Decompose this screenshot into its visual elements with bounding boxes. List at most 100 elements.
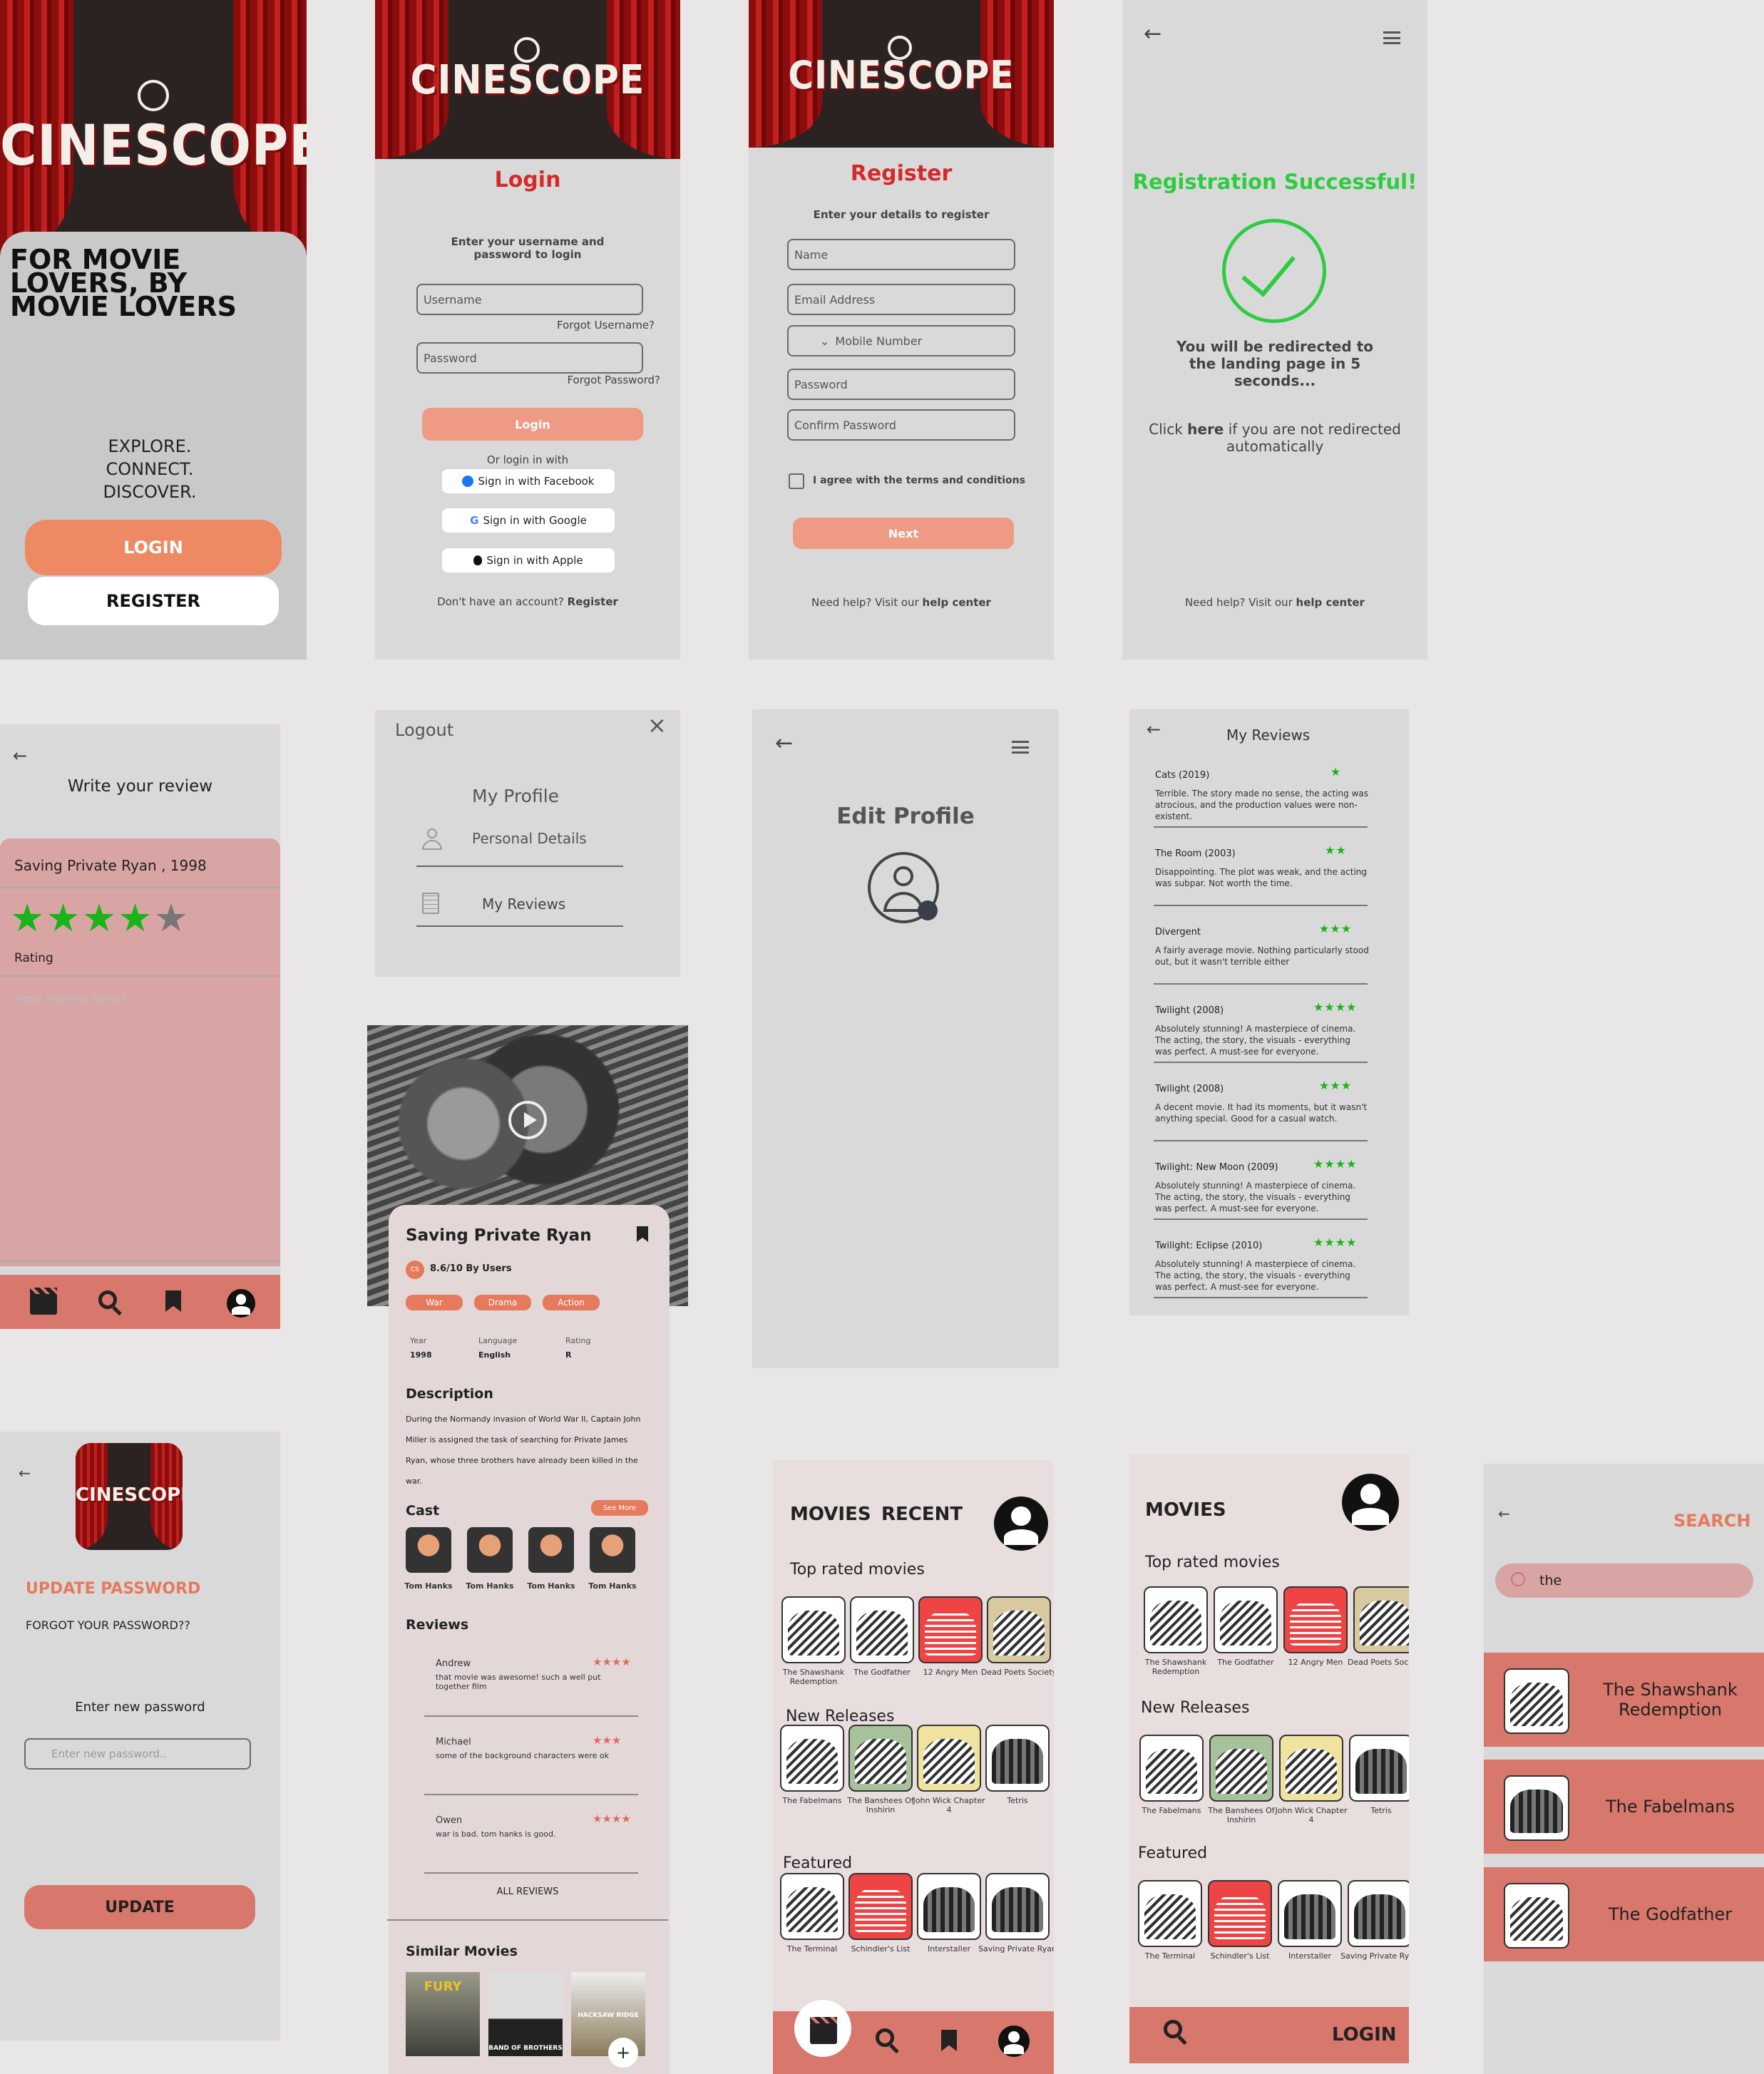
search-result[interactable]: The Godfather <box>1484 1867 1764 1961</box>
movie-poster[interactable] <box>1208 1880 1272 1947</box>
profile-icon[interactable] <box>227 1289 255 1318</box>
name-input[interactable]: Name <box>787 239 1015 270</box>
profile-icon[interactable] <box>994 1497 1048 1551</box>
login-link[interactable]: LOGIN <box>1332 2024 1397 2045</box>
cast-photo[interactable] <box>590 1527 635 1573</box>
play-icon[interactable] <box>508 1101 547 1139</box>
terms-checkbox[interactable] <box>789 473 804 489</box>
search-result[interactable]: The Fabelmans <box>1484 1760 1764 1854</box>
rating-star[interactable]: ★ <box>154 895 190 940</box>
movie-poster[interactable] <box>1144 1586 1208 1653</box>
movies-tab[interactable]: MOVIES <box>1145 1499 1226 1521</box>
add-button[interactable]: + <box>608 2038 638 2068</box>
search-icon[interactable] <box>98 1290 117 1309</box>
movie-poster[interactable] <box>917 1725 981 1792</box>
facebook-signin-button[interactable]: Sign in with Facebook <box>442 469 615 493</box>
movie-poster[interactable] <box>985 1725 1050 1792</box>
movie-poster[interactable] <box>781 1596 846 1663</box>
similar-poster-band-of-brothers[interactable]: BAND OF BROTHERS <box>488 1972 563 2056</box>
bookmark-icon[interactable] <box>165 1290 181 1312</box>
genre-tag-drama[interactable]: Drama <box>474 1295 531 1310</box>
search-bar[interactable]: the <box>1495 1564 1753 1598</box>
back-arrow-icon[interactable]: ← <box>19 1464 31 1482</box>
my-reviews-link[interactable]: My Reviews <box>482 895 565 913</box>
genre-tag-action[interactable]: Action <box>543 1295 600 1310</box>
movie-poster[interactable] <box>1278 1880 1342 1947</box>
profile-icon[interactable] <box>998 2026 1030 2057</box>
movie-poster[interactable] <box>1283 1586 1348 1653</box>
genre-tag-war[interactable]: War <box>406 1295 463 1310</box>
avatar-icon[interactable] <box>868 852 939 923</box>
clapperboard-icon[interactable] <box>30 1288 57 1315</box>
clapperboard-icon[interactable] <box>810 2017 837 2044</box>
movie-poster[interactable] <box>987 1596 1051 1663</box>
login-button[interactable]: LOGIN <box>25 520 282 575</box>
movie-poster[interactable] <box>1353 1586 1409 1653</box>
see-more-button[interactable]: See More <box>591 1500 648 1516</box>
rating-star[interactable]: ★ <box>118 895 153 940</box>
forgot-password-link[interactable]: Forgot Password? <box>540 374 660 386</box>
movie-poster[interactable] <box>1139 1735 1204 1802</box>
cast-photo[interactable] <box>528 1527 574 1573</box>
search-icon[interactable] <box>1164 2020 1182 2038</box>
movies-tab[interactable]: MOVIES <box>790 1504 871 1525</box>
movie-poster[interactable] <box>985 1873 1050 1940</box>
movie-poster[interactable] <box>780 1873 844 1940</box>
cast-photo[interactable] <box>467 1527 513 1573</box>
back-arrow-icon[interactable]: ← <box>1144 21 1162 46</box>
all-reviews-link[interactable]: ALL REVIEWS <box>367 1886 688 1897</box>
update-button[interactable]: UPDATE <box>24 1885 255 1929</box>
password-input[interactable]: Password <box>787 369 1015 400</box>
search-result[interactable]: The Shawshank Redemption <box>1484 1653 1764 1747</box>
movie-poster[interactable] <box>780 1725 844 1792</box>
movie-poster[interactable] <box>1279 1735 1343 1802</box>
username-input[interactable]: Username <box>416 284 643 315</box>
password-input[interactable]: Password <box>416 342 643 374</box>
movie-poster[interactable] <box>917 1873 981 1940</box>
register-button[interactable]: REGISTER <box>28 577 279 625</box>
help-center-link[interactable]: help center <box>923 596 991 609</box>
new-password-input[interactable]: Enter new password.. <box>24 1738 251 1770</box>
similar-poster-fury[interactable]: FURY <box>406 1972 480 2056</box>
email-input[interactable]: Email Address <box>787 284 1015 315</box>
profile-icon[interactable] <box>1342 1474 1399 1531</box>
bookmark-icon[interactable] <box>941 2030 957 2051</box>
personal-details-link[interactable]: Personal Details <box>472 830 587 847</box>
login-submit-button[interactable]: Login <box>422 408 643 441</box>
google-signin-button[interactable]: G Sign in with Google <box>442 508 615 533</box>
next-button[interactable]: Next <box>793 518 1014 549</box>
back-arrow-icon[interactable]: ← <box>13 746 27 766</box>
movie-poster[interactable] <box>918 1596 983 1663</box>
rating-stars[interactable]: ★★★★★ <box>10 899 190 938</box>
movie-poster[interactable] <box>848 1725 913 1792</box>
forgot-username-link[interactable]: Forgot Username? <box>540 319 655 332</box>
menu-icon[interactable] <box>1383 31 1400 44</box>
movie-poster[interactable] <box>1214 1586 1278 1653</box>
confirm-password-input[interactable]: Confirm Password <box>787 409 1015 441</box>
rating-star[interactable]: ★ <box>46 895 81 940</box>
movie-poster[interactable] <box>848 1873 913 1940</box>
rating-star[interactable]: ★ <box>82 895 118 940</box>
back-arrow-icon[interactable]: ← <box>1498 1505 1510 1522</box>
movie-poster[interactable] <box>1138 1880 1202 1947</box>
back-arrow-icon[interactable]: ← <box>775 731 793 756</box>
movie-poster[interactable] <box>1349 1735 1409 1802</box>
recent-tab[interactable]: RECENT <box>881 1504 963 1525</box>
search-input[interactable]: the <box>1539 1573 1562 1588</box>
register-link[interactable]: Register <box>568 595 618 608</box>
here-link[interactable]: here <box>1187 421 1224 438</box>
movie-poster[interactable] <box>1209 1735 1273 1802</box>
movie-poster[interactable] <box>850 1596 914 1663</box>
movie-poster[interactable] <box>1348 1880 1409 1947</box>
search-icon[interactable] <box>876 2028 894 2047</box>
menu-icon[interactable] <box>1012 741 1029 754</box>
cast-photo[interactable] <box>406 1527 451 1573</box>
rating-star[interactable]: ★ <box>10 895 46 940</box>
apple-signin-button[interactable]: Sign in with Apple <box>442 548 615 573</box>
help-center-link[interactable]: help center <box>1296 596 1365 609</box>
logout-link[interactable]: Logout <box>395 720 453 740</box>
close-icon[interactable]: × <box>647 712 667 739</box>
back-arrow-icon[interactable]: ← <box>1147 719 1161 739</box>
mobile-input[interactable]: ⌄ Mobile Number <box>787 325 1015 356</box>
review-textarea[interactable]: Your review here! <box>14 992 126 1007</box>
